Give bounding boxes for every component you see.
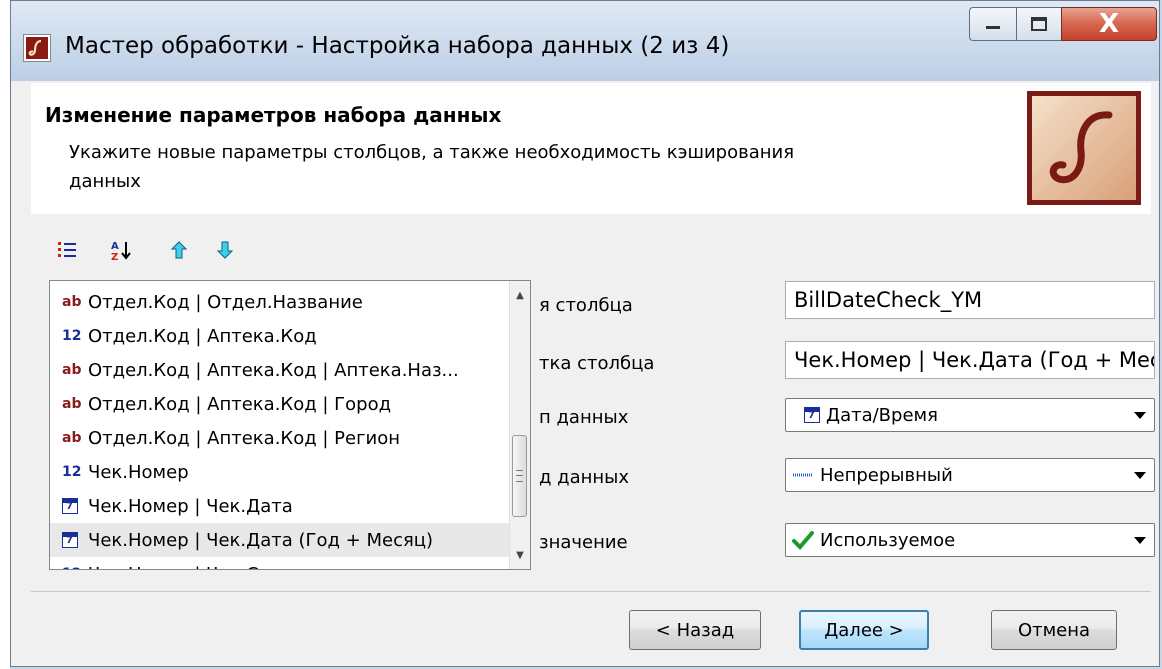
- list-scrollbar[interactable]: ▲ ▼: [509, 281, 530, 569]
- list-item-label: Чек.Номер | Чек.Дата: [88, 495, 293, 517]
- list-item-label: Отдел.Код | Аптека.Код | Аптека.Наз...: [88, 359, 459, 381]
- scrollbar-thumb[interactable]: [512, 435, 527, 517]
- list-item-label: Отдел.Код | Аптека.Код | Регион: [88, 427, 401, 449]
- continuous-icon: [793, 473, 813, 477]
- text-type-icon: ab: [62, 396, 82, 412]
- move-up-icon: [170, 241, 188, 259]
- title-bar: Мастер обработки - Настройка набора данн…: [11, 1, 1159, 81]
- logo-s-icon: [1049, 111, 1113, 184]
- move-up-button[interactable]: [165, 236, 193, 264]
- list-item[interactable]: ab Отдел.Код | Аптека.Код | Город: [50, 387, 510, 421]
- close-button[interactable]: X: [1061, 7, 1157, 41]
- back-button[interactable]: < Назад: [629, 610, 761, 650]
- sort-az-button[interactable]: A Z: [107, 236, 135, 264]
- column-name-label: я столбца: [539, 295, 633, 316]
- list-item[interactable]: 12 Чек.Номер | Чек.Скидка: [50, 557, 510, 570]
- list-item[interactable]: ab Отдел.Код | Аптека.Код | Регион: [50, 421, 510, 455]
- column-caption-label: тка столбца: [539, 353, 655, 374]
- list-item[interactable]: Чек.Номер | Чек.Дата (Год + Месяц): [50, 523, 510, 557]
- list-item-label: Чек.Номер | Чек.Дата (Год + Месяц): [88, 529, 434, 551]
- purpose-select[interactable]: Используемое: [785, 523, 1155, 557]
- number-type-icon: 12: [62, 566, 84, 569]
- purpose-label: значение: [539, 532, 628, 553]
- list-item-label: Отдел.Код | Аптека.Код | Город: [88, 393, 392, 415]
- calendar-icon: [62, 498, 78, 514]
- data-type-value: Дата/Время: [826, 404, 938, 426]
- maximize-button[interactable]: [1016, 7, 1062, 41]
- text-type-icon: ab: [62, 362, 82, 378]
- data-kind-label: д данных: [539, 467, 630, 488]
- list-item[interactable]: ab Отдел.Код | Аптека.Код | Аптека.Наз...: [50, 353, 510, 387]
- svg-text:A: A: [111, 241, 119, 252]
- desktop-edge: [0, 0, 10, 669]
- next-button[interactable]: Далее >: [799, 610, 929, 650]
- sort-az-icon: A Z: [111, 241, 131, 261]
- list-item-label: Чек.Номер: [88, 461, 189, 483]
- column-caption-field[interactable]: Чек.Номер | Чек.Дата (Год + Месяц): [785, 341, 1155, 379]
- maximize-icon: [1031, 17, 1047, 31]
- number-type-icon: 12: [62, 464, 82, 480]
- purpose-value: Используемое: [820, 529, 956, 551]
- wizard-window: Мастер обработки - Настройка набора данн…: [10, 0, 1160, 667]
- column-name-field[interactable]: BillDateCheck_YM: [785, 281, 1155, 319]
- header-panel: Изменение параметров набора данных Укажи…: [31, 83, 1151, 214]
- list-item-label: Отдел.Код | Отдел.Название: [88, 291, 363, 313]
- numbered-list-button[interactable]: [53, 236, 81, 264]
- cancel-button[interactable]: Отмена: [991, 610, 1117, 650]
- list-item[interactable]: Чек.Номер | Чек.Дата: [50, 489, 510, 523]
- calendar-icon: [62, 532, 78, 548]
- scroll-down-icon[interactable]: ▼: [510, 545, 530, 565]
- data-kind-select[interactable]: Непрерывный: [785, 458, 1155, 492]
- checkmark-icon: [792, 531, 814, 550]
- chevron-down-icon: [1134, 412, 1146, 419]
- footer-divider: [31, 591, 1151, 592]
- header-title: Изменение параметров набора данных: [45, 103, 502, 127]
- minimize-icon: [986, 26, 1000, 29]
- number-type-icon: 12: [62, 328, 82, 344]
- move-down-button[interactable]: [211, 236, 239, 264]
- header-description: Укажите новые параметры столбцов, а такж…: [69, 142, 795, 192]
- list-item-label: Отдел.Код | Аптека.Код: [88, 325, 317, 347]
- list-item[interactable]: ab Отдел.Код | Отдел.Название: [50, 285, 510, 319]
- wizard-logo: [1027, 91, 1141, 205]
- text-type-icon: ab: [62, 430, 82, 446]
- list-item-label: Чек.Номер | Чек.Скидка: [88, 564, 316, 570]
- minimize-button[interactable]: [969, 7, 1017, 41]
- data-kind-value: Непрерывный: [820, 464, 953, 486]
- calendar-icon: [804, 407, 820, 423]
- list-item[interactable]: 12 Отдел.Код | Аптека.Код: [50, 319, 510, 353]
- text-type-icon: ab: [62, 294, 82, 310]
- chevron-down-icon: [1134, 537, 1146, 544]
- list-item[interactable]: 12 Чек.Номер: [50, 455, 510, 489]
- move-down-icon: [216, 241, 234, 259]
- columns-list[interactable]: ab Отдел.Код | Отдел.Название 12 Отдел.Код …: [49, 280, 531, 570]
- svg-text:Z: Z: [111, 252, 118, 261]
- window-title: Мастер обработки - Настройка набора данн…: [65, 33, 730, 59]
- data-type-select[interactable]: Дата/Время: [785, 398, 1155, 432]
- list-numbered-icon: [58, 242, 76, 257]
- close-icon: X: [1098, 9, 1120, 39]
- chevron-down-icon: [1134, 472, 1146, 479]
- app-icon: [23, 34, 51, 62]
- data-type-label: п данных: [539, 407, 629, 428]
- scroll-up-icon[interactable]: ▲: [510, 285, 530, 305]
